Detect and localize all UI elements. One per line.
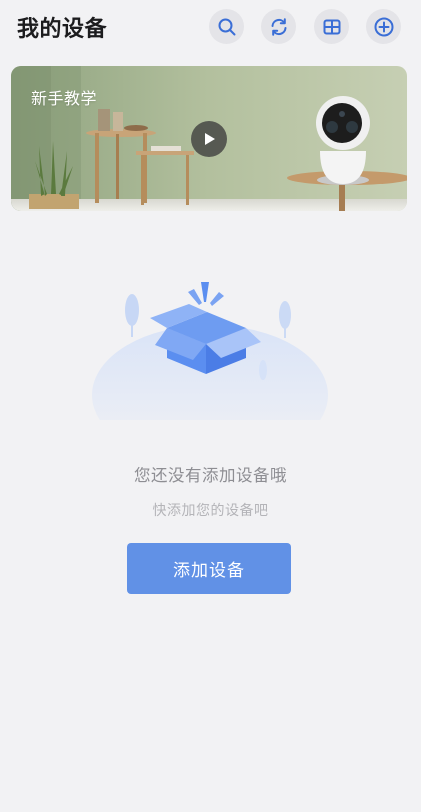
refresh-icon [271,17,286,36]
tutorial-banner[interactable]: 新手教学 [11,66,407,211]
banner-title: 新手教学 [31,89,98,108]
play-icon [205,133,215,145]
search-icon [218,18,235,35]
app-header: 我的设备 [0,0,421,54]
add-device-button[interactable]: 添加设备 [127,543,291,594]
refresh-button[interactable] [261,9,296,44]
add-circle-icon [374,17,393,36]
empty-state-title: 您还没有添加设备哦 [134,466,287,485]
grid-view-icon [323,19,340,34]
page-title: 我的设备 [17,17,108,42]
empty-box-illustration [85,270,335,465]
grid-view-button[interactable] [314,9,349,44]
add-device-header-button[interactable] [366,9,401,44]
play-button[interactable] [191,121,227,157]
search-button[interactable] [209,9,244,44]
empty-state-subtitle: 快添加您的设备吧 [152,503,269,519]
